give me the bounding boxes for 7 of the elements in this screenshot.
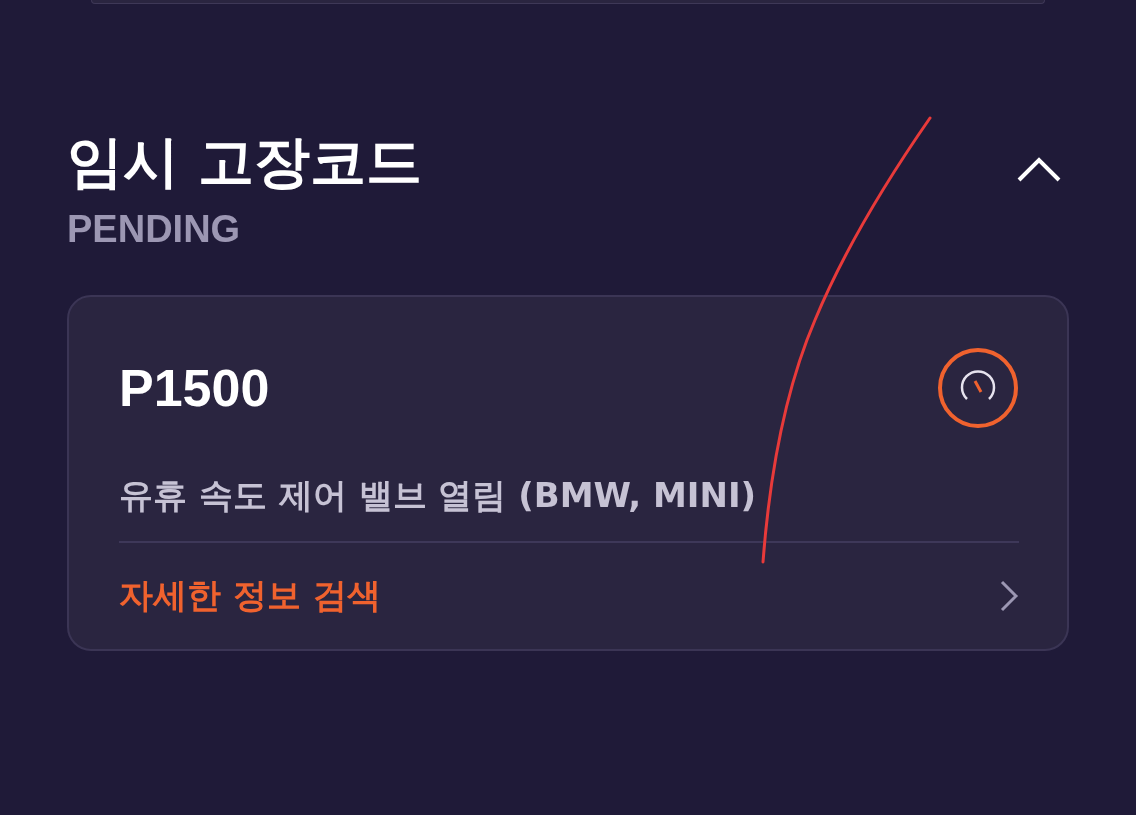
- section-subtitle: PENDING: [67, 209, 242, 251]
- search-info-link[interactable]: 자세한 정보 검색: [119, 573, 381, 619]
- chevron-right-icon: [999, 579, 1019, 613]
- section-title: 임시 고장코드: [67, 128, 423, 196]
- code-description: 유휴 속도 제어 밸브 열림 (BMW, MINI): [119, 474, 758, 517]
- gauge-icon[interactable]: [937, 347, 1019, 429]
- trouble-code: P1500: [119, 358, 270, 418]
